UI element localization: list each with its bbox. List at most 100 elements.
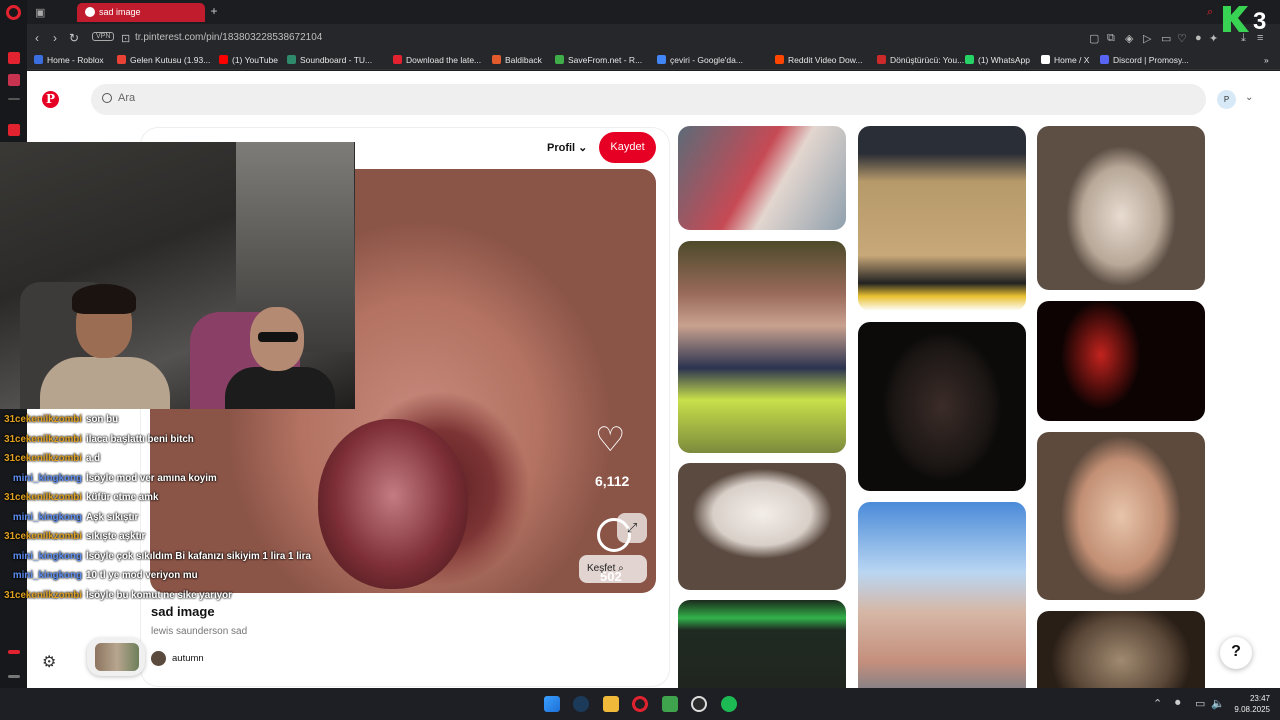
chat-text: İsöyle bu komut ne sike yarıyor (86, 590, 232, 601)
avatar[interactable]: P (1217, 90, 1236, 109)
wallet-icon[interactable]: ▭ (1161, 32, 1171, 45)
grid-pin[interactable] (858, 502, 1026, 688)
spotify-icon[interactable] (721, 696, 737, 712)
network-icon[interactable]: ▭ (1195, 697, 1205, 710)
workspaces-icon[interactable]: ▣ (35, 6, 45, 19)
grid-pin[interactable] (858, 322, 1026, 491)
opera-icon[interactable] (632, 696, 648, 712)
search-tabs-icon[interactable]: ⌕ (1207, 6, 1213, 19)
sidebar-aria-icon[interactable] (8, 124, 20, 136)
chat-message: 31cekenilkzombi a.d (0, 453, 100, 464)
sidebar-settings-icon[interactable] (8, 650, 20, 654)
bookmark-favicon-icon (287, 55, 296, 64)
chat-text: Aşk sıkıştır (86, 512, 139, 523)
grid-pin[interactable] (678, 126, 846, 230)
bookmark-label: Download the late... (406, 55, 482, 65)
like-heart-icon[interactable]: ♡ (595, 423, 625, 457)
bookmark-item[interactable]: Home - Roblox (34, 55, 104, 65)
tray-chevron-icon[interactable]: ⌃ (1153, 697, 1162, 710)
bookmark-item[interactable]: (1) YouTube (219, 55, 278, 65)
sidebar-instagram-icon[interactable] (8, 74, 20, 86)
board-preview[interactable] (87, 638, 145, 676)
bookmark-item[interactable]: Dönüştürücü: You... (877, 55, 964, 65)
chat-text: sıkışte aşktır (86, 531, 146, 542)
steam-icon[interactable] (573, 696, 589, 712)
bookmark-item[interactable]: Baldiback (492, 55, 542, 65)
chat-text: İsöyle çok sıkıldım Bi kafanızı sikiyim … (86, 551, 311, 562)
bookmark-item[interactable]: Discord | Promosy... (1100, 55, 1189, 65)
sidebar-messenger-icon[interactable] (8, 52, 20, 64)
pin-title: sad image (151, 604, 215, 619)
pinterest-logo-icon[interactable]: P (42, 91, 59, 108)
shield-icon[interactable]: ◈ (1125, 32, 1133, 45)
chevron-down-icon[interactable]: ⌄ (1245, 92, 1253, 103)
new-tab-button[interactable]: + (207, 4, 221, 18)
grid-pin[interactable] (1037, 126, 1205, 290)
obs-icon[interactable] (691, 696, 707, 712)
bookmark-item[interactable]: (1) WhatsApp (965, 55, 1030, 65)
snapshot-icon[interactable]: ▢ (1089, 32, 1099, 45)
bookmark-label: SaveFrom.net - R... (568, 55, 643, 65)
reload-icon[interactable]: ↻ (69, 31, 79, 45)
sidebar-more-icon[interactable] (8, 675, 20, 678)
settings-gear-icon[interactable]: ⚙ (42, 652, 56, 672)
bookmark-label: Reddit Video Dow... (788, 55, 863, 65)
author-name[interactable]: autumn (172, 653, 204, 664)
profile-dropdown[interactable]: Profil ⌄ (547, 141, 587, 154)
clock[interactable]: 23:47 9.08.2025 (1230, 693, 1270, 715)
opera-logo-icon[interactable] (6, 5, 21, 20)
grid-pin[interactable] (1037, 611, 1205, 688)
chat-username: 31cekenilkzombi (4, 414, 82, 425)
search-input[interactable]: Ara (91, 84, 1206, 115)
bookmark-item[interactable]: SaveFrom.net - R... (555, 55, 642, 65)
bookmark-item[interactable]: çeviri - Google'da... (657, 55, 743, 65)
bookmark-item[interactable]: Soundboard - TU... (287, 55, 372, 65)
tab-pinterest[interactable]: sad image (77, 3, 205, 22)
file-explorer-icon[interactable] (603, 696, 619, 712)
chat-icon[interactable]: ● (1195, 32, 1202, 44)
chat-message: mini_kingkong 10 tl ye mod veriyon mu (0, 570, 198, 581)
help-button[interactable]: ? (1220, 637, 1252, 669)
microphone-icon[interactable]: ⏺ (1175, 697, 1181, 710)
start-icon[interactable] (544, 696, 560, 712)
chat-text: ilaca başlattı beni bitch (86, 434, 194, 445)
bookmark-favicon-icon (492, 55, 501, 64)
screenshot-icon[interactable]: ⧉ (1107, 32, 1115, 45)
expand-icon[interactable]: ⤢ (617, 513, 647, 543)
explore-button[interactable]: Keşfet ⌕ (579, 555, 647, 583)
grid-pin[interactable] (1037, 432, 1205, 600)
forward-icon[interactable]: › (53, 31, 57, 45)
bookmark-item[interactable]: Gelen Kutusu (1.93... (117, 55, 210, 65)
stream-logo-number: 3 (1253, 8, 1266, 34)
bookmarks-overflow-icon[interactable]: » (1264, 55, 1269, 65)
bookmark-item[interactable]: Download the late... (393, 55, 481, 65)
bookmark-item[interactable]: Reddit Video Dow... (775, 55, 863, 65)
url-field[interactable]: tr.pinterest.com/pin/18380322853867210​4 (135, 32, 322, 43)
profile-label: Profil (547, 142, 576, 154)
heart-bookmark-icon[interactable]: ♡ (1177, 32, 1187, 45)
vpn-badge[interactable]: VPN (92, 32, 115, 41)
clock-time: 23:47 (1249, 694, 1270, 703)
grid-pin[interactable] (678, 463, 846, 590)
android-app-icon[interactable] (662, 696, 678, 712)
grid-pin[interactable] (858, 126, 1026, 311)
bookmark-item[interactable]: Home / X (1041, 55, 1089, 65)
extensions-icon[interactable]: ✦ (1209, 32, 1218, 45)
play-icon[interactable]: ▷ (1143, 32, 1151, 45)
grid-pin[interactable] (678, 241, 846, 453)
chat-username: 31cekenilkzombi (4, 434, 82, 445)
chat-message: 31cekenilkzombi sıkışte aşktır (0, 531, 145, 542)
webcam-overlay (0, 142, 355, 409)
lock-icon[interactable]: ⊡ (121, 32, 130, 45)
author-avatar[interactable] (151, 651, 166, 666)
chat-username: 31cekenilkzombi (4, 590, 82, 601)
save-button[interactable]: Kaydet (599, 132, 656, 163)
webcam-person (225, 367, 335, 409)
volume-icon[interactable]: 🔈 (1211, 697, 1225, 710)
grid-pin[interactable] (678, 600, 846, 688)
search-icon (102, 93, 112, 103)
grid-pin[interactable] (1037, 301, 1205, 421)
bookmark-label: (1) WhatsApp (978, 55, 1030, 65)
webcam-person (72, 284, 136, 314)
back-icon[interactable]: ‹ (35, 31, 39, 45)
